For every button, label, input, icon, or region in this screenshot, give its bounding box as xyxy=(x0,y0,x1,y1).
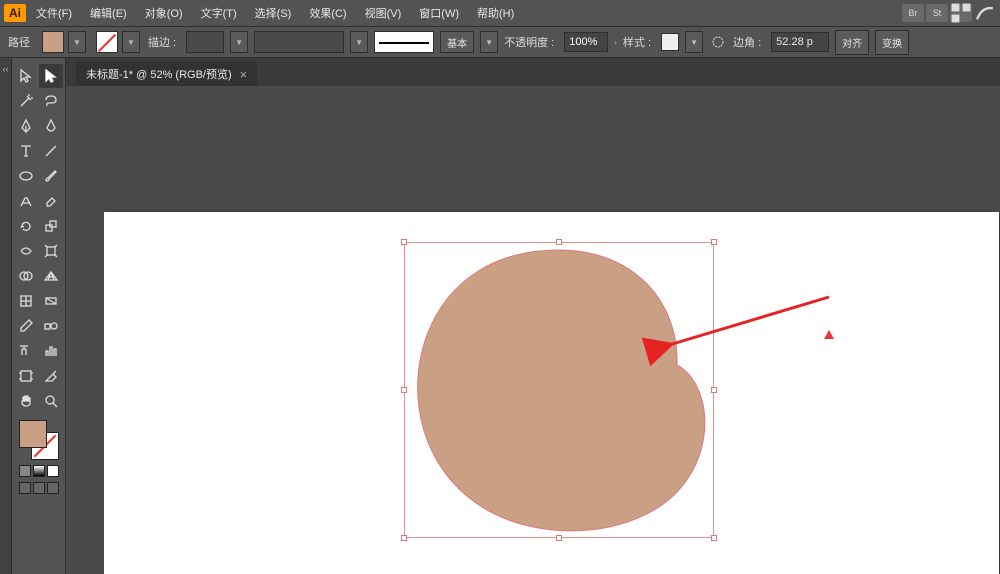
zoom-tool[interactable] xyxy=(39,389,63,413)
menu-type[interactable]: 文字(T) xyxy=(193,1,245,25)
document-tabbar: 未标题-1* @ 52% (RGB/预览) × xyxy=(66,58,1000,86)
free-transform-tool[interactable] xyxy=(39,239,63,263)
fill-swatch[interactable] xyxy=(42,31,64,53)
fill-stroke-display[interactable] xyxy=(19,420,59,460)
align-button[interactable]: 对齐 xyxy=(835,30,869,55)
color-mode-row xyxy=(19,465,59,477)
eyedropper-tool[interactable] xyxy=(14,314,38,338)
pen-tool[interactable] xyxy=(14,114,38,138)
opacity-input[interactable]: 100% xyxy=(564,32,608,52)
width-tool[interactable] xyxy=(14,239,38,263)
menu-window[interactable]: 窗口(W) xyxy=(411,1,467,25)
opacity-dropdown[interactable]: › xyxy=(614,38,617,47)
handle-ne[interactable] xyxy=(711,239,717,245)
recolor-icon[interactable] xyxy=(709,33,727,51)
direct-selection-tool[interactable] xyxy=(39,64,63,88)
menubar: Ai 文件(F) 编辑(E) 对象(O) 文字(T) 选择(S) 效果(C) 视… xyxy=(0,0,1000,26)
stock-icon[interactable]: St xyxy=(926,4,948,22)
ellipse-tool[interactable] xyxy=(14,164,38,188)
annotation-triangle xyxy=(824,330,834,339)
style-swatch[interactable] xyxy=(661,33,679,51)
color-mode-none[interactable] xyxy=(47,465,59,477)
document-tab[interactable]: 未标题-1* @ 52% (RGB/预览) × xyxy=(76,62,257,86)
draw-inside[interactable] xyxy=(47,482,59,494)
style-dropdown[interactable]: ▼ xyxy=(685,31,703,53)
curvature-tool[interactable] xyxy=(39,114,63,138)
stroke-weight-label: 描边 : xyxy=(148,34,176,50)
shape-builder-tool[interactable] xyxy=(14,264,38,288)
menu-file[interactable]: 文件(F) xyxy=(28,1,80,25)
brush-definition[interactable] xyxy=(374,31,434,53)
handle-e[interactable] xyxy=(711,387,717,393)
gpu-icon[interactable] xyxy=(974,4,996,22)
style-label: 样式 : xyxy=(623,34,651,50)
transform-button[interactable]: 变换 xyxy=(875,30,909,55)
draw-normal[interactable] xyxy=(19,482,31,494)
menu-help[interactable]: 帮助(H) xyxy=(469,1,522,25)
color-mode-gradient[interactable] xyxy=(33,465,45,477)
document-tab-title: 未标题-1* @ 52% (RGB/预览) xyxy=(86,66,232,82)
mesh-tool[interactable] xyxy=(14,289,38,313)
arrange-icon[interactable] xyxy=(950,4,972,22)
handle-w[interactable] xyxy=(401,387,407,393)
handle-nw[interactable] xyxy=(401,239,407,245)
app-logo: Ai xyxy=(4,4,26,22)
brush-dropdown[interactable]: ▼ xyxy=(480,31,498,53)
opacity-label: 不透明度 : xyxy=(504,34,554,50)
stroke-dropdown[interactable]: ▼ xyxy=(122,31,140,53)
menu-object[interactable]: 对象(O) xyxy=(137,1,191,25)
bounding-box[interactable] xyxy=(404,242,714,538)
control-bar: 路径 ▼ ▼ 描边 : ▼ ▼ 基本 ▼ 不透明度 : 100% › 样式 : … xyxy=(0,26,1000,58)
lasso-tool[interactable] xyxy=(39,89,63,113)
handle-se[interactable] xyxy=(711,535,717,541)
corner-input[interactable]: 52.28 p xyxy=(771,32,829,52)
handle-sw[interactable] xyxy=(401,535,407,541)
draw-behind[interactable] xyxy=(33,482,45,494)
symbol-sprayer-tool[interactable] xyxy=(14,339,38,363)
fill-color-front[interactable] xyxy=(19,420,47,448)
var-width-dropdown[interactable]: ▼ xyxy=(350,31,368,53)
blend-tool[interactable] xyxy=(39,314,63,338)
handle-n[interactable] xyxy=(556,239,562,245)
scale-tool[interactable] xyxy=(39,214,63,238)
type-tool[interactable] xyxy=(14,139,38,163)
menu-view[interactable]: 视图(V) xyxy=(357,1,410,25)
handle-s[interactable] xyxy=(556,535,562,541)
paintbrush-tool[interactable] xyxy=(39,164,63,188)
stroke-weight-stepper[interactable]: ▼ xyxy=(230,31,248,53)
draw-mode-row xyxy=(19,482,59,494)
var-width-profile[interactable] xyxy=(254,31,344,53)
canvas[interactable] xyxy=(104,108,1000,574)
close-tab-icon[interactable]: × xyxy=(240,67,248,82)
toolbox xyxy=(12,58,66,574)
rotate-tool[interactable] xyxy=(14,214,38,238)
magic-wand-tool[interactable] xyxy=(14,89,38,113)
shaper-tool[interactable] xyxy=(14,189,38,213)
hand-tool[interactable] xyxy=(14,389,38,413)
bridge-icon[interactable]: Br xyxy=(902,4,924,22)
perspective-grid-tool[interactable] xyxy=(39,264,63,288)
artboard-tool[interactable] xyxy=(14,364,38,388)
brush-type-label[interactable]: 基本 xyxy=(440,31,474,53)
corner-label: 边角 : xyxy=(733,34,761,50)
panel-collapse-strip[interactable]: ‹‹ xyxy=(0,58,12,574)
column-graph-tool[interactable] xyxy=(39,339,63,363)
line-tool[interactable] xyxy=(39,139,63,163)
gradient-tool[interactable] xyxy=(39,289,63,313)
color-mode-solid[interactable] xyxy=(19,465,31,477)
stroke-weight-input[interactable] xyxy=(186,31,224,53)
artboard[interactable] xyxy=(104,212,999,574)
canvas-area: 未标题-1* @ 52% (RGB/预览) × xyxy=(66,58,1000,574)
selection-tool[interactable] xyxy=(14,64,38,88)
selection-type-label: 路径 xyxy=(8,34,30,50)
menu-effect[interactable]: 效果(C) xyxy=(301,1,354,25)
slice-tool[interactable] xyxy=(39,364,63,388)
eraser-tool[interactable] xyxy=(39,189,63,213)
fill-dropdown[interactable]: ▼ xyxy=(68,31,86,53)
stroke-swatch[interactable] xyxy=(96,31,118,53)
annotation-arrow xyxy=(659,297,839,357)
menu-select[interactable]: 选择(S) xyxy=(247,1,300,25)
menu-edit[interactable]: 编辑(E) xyxy=(82,1,135,25)
